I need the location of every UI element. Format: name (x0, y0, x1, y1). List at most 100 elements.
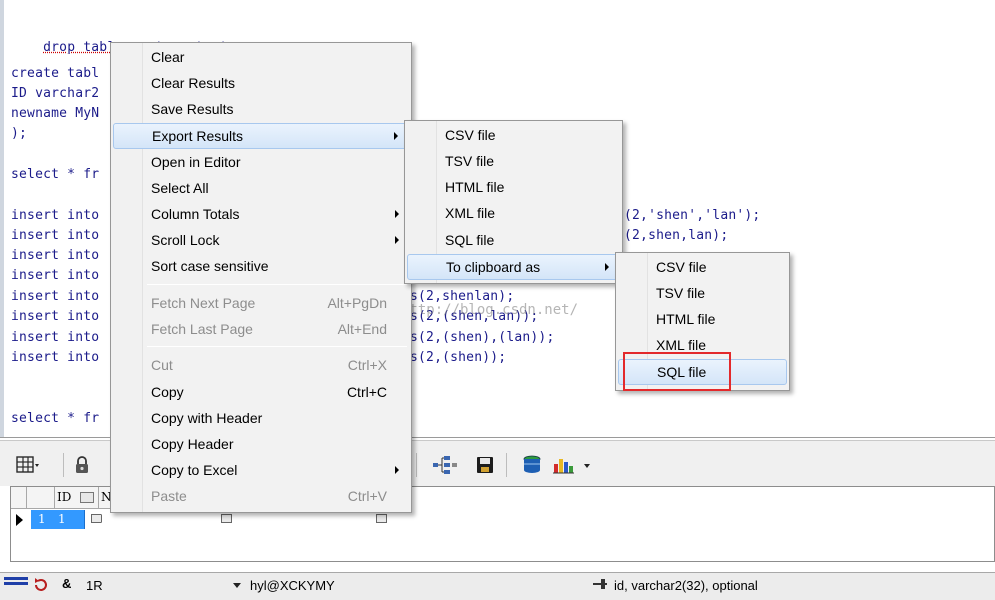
code-line[interactable]: insert into (11, 208, 99, 223)
cell-edit-button-icon[interactable] (376, 514, 387, 523)
grid-layout-icon[interactable] (16, 455, 40, 475)
menu-item-clipboard-html[interactable]: HTML file (618, 307, 787, 331)
column-pin-icon (592, 577, 608, 594)
code-line[interactable]: insert into (11, 330, 99, 345)
menu-separator (147, 346, 407, 347)
menu-item-label: Open in Editor (151, 154, 241, 170)
menu-item-to-clipboard-as[interactable]: To clipboard as (407, 254, 620, 280)
column-header-id[interactable]: ID (55, 487, 99, 509)
connection-name[interactable]: hyl@XCKYMY (250, 578, 335, 593)
menu-item-scroll-lock[interactable]: Scroll Lock (113, 228, 409, 252)
code-line[interactable]: insert into (11, 350, 99, 365)
database-icon[interactable] (520, 455, 544, 475)
code-fragment[interactable]: s(2,(shen)); (410, 350, 506, 365)
menu-item-label: TSV file (445, 153, 495, 169)
menu-item-label: Copy with Header (151, 410, 263, 426)
dropdown-arrow-icon[interactable] (232, 578, 242, 593)
code-fragment[interactable]: s(2,(shen),(lan)); (410, 330, 554, 345)
submenu-arrow-icon (394, 132, 398, 140)
menu-item-shortcut: Alt+PgDn (327, 295, 387, 311)
menu-item-label: Sort case sensitive (151, 258, 269, 274)
cell-id[interactable]: 1 (55, 510, 85, 529)
refresh-icon[interactable] (33, 577, 49, 596)
editor-mode-icon (4, 576, 28, 595)
menu-item-copy[interactable]: Copy Ctrl+C (113, 380, 409, 404)
menu-item-label: Scroll Lock (151, 232, 220, 248)
menu-item-open-in-editor[interactable]: Open in Editor (113, 150, 409, 174)
grid-row-number-header (27, 487, 55, 509)
code-line[interactable]: create tabl (11, 66, 99, 81)
export-results-submenu: CSV file TSV file HTML file XML file SQL… (404, 120, 623, 284)
menu-item-copy-header[interactable]: Copy Header (113, 432, 409, 456)
code-line[interactable]: ); (11, 126, 27, 141)
menu-item-export-csv[interactable]: CSV file (407, 123, 620, 147)
save-icon[interactable] (474, 455, 496, 475)
menu-item-shortcut: Ctrl+C (346, 384, 387, 400)
code-line[interactable]: insert into (11, 248, 99, 263)
menu-item-label: HTML file (445, 179, 505, 195)
menu-item-shortcut: Alt+End (337, 321, 387, 337)
code-line[interactable]: ID varchar2 (11, 86, 99, 101)
watermark: http://blog.csdn.net/ (401, 302, 579, 318)
menu-item-export-results[interactable]: Export Results (113, 123, 409, 149)
toolbar-separator (506, 453, 507, 477)
menu-item-label: SQL file (445, 232, 495, 248)
menu-item-label: Select All (151, 180, 209, 196)
code-fragment[interactable]: (2,shen,lan); (624, 228, 728, 243)
menu-item-label: Clear (151, 49, 185, 65)
menu-item-clear-results[interactable]: Clear Results (113, 71, 409, 95)
code-line[interactable]: insert into (11, 228, 99, 243)
column-info: id, varchar2(32), optional (614, 578, 758, 593)
column-header-label: ID (57, 490, 72, 504)
menu-item-sort-case-sensitive[interactable]: Sort case sensitive (113, 254, 409, 278)
code-line[interactable]: select * fr (11, 167, 99, 182)
menu-item-label: Cut (151, 357, 173, 373)
pin-icon: & (62, 576, 72, 591)
menu-item-label: Copy Header (151, 436, 234, 452)
menu-item-select-all[interactable]: Select All (113, 176, 409, 200)
menu-item-clear[interactable]: Clear (113, 45, 409, 69)
menu-item-label: HTML file (656, 311, 716, 327)
menu-item-copy-to-excel[interactable]: Copy to Excel (113, 458, 409, 482)
menu-item-cut: Cut Ctrl+X (113, 353, 409, 377)
column-menu-icon[interactable] (80, 492, 94, 503)
chart-icon[interactable] (552, 455, 594, 475)
annotation-highlight-box (623, 352, 731, 391)
menu-item-clipboard-tsv[interactable]: TSV file (618, 281, 787, 305)
menu-item-label: Copy to Excel (151, 462, 238, 478)
context-menu: Clear Clear Results Save Results Export … (110, 42, 412, 513)
menu-item-label: To clipboard as (446, 259, 541, 275)
menu-item-export-html[interactable]: HTML file (407, 175, 620, 199)
menu-item-label: Fetch Last Page (151, 321, 253, 337)
grid-corner (11, 487, 27, 509)
code-line[interactable]: insert into (11, 309, 99, 324)
menu-item-copy-with-header[interactable]: Copy with Header (113, 406, 409, 430)
submenu-arrow-icon (395, 236, 399, 244)
cell-edit-button-icon[interactable] (221, 514, 232, 523)
code-line[interactable]: select * fr (11, 411, 99, 426)
menu-item-shortcut: Ctrl+X (347, 357, 387, 373)
lock-icon[interactable] (72, 455, 92, 475)
menu-item-label: XML file (445, 205, 496, 221)
menu-item-label: Clear Results (151, 75, 236, 91)
current-row-pointer-icon (16, 514, 23, 526)
menu-item-clipboard-csv[interactable]: CSV file (618, 255, 787, 279)
toolbar-separator (63, 453, 64, 477)
menu-item-export-tsv[interactable]: TSV file (407, 149, 620, 173)
menu-item-save-results[interactable]: Save Results (113, 97, 409, 121)
menu-item-label: TSV file (656, 285, 706, 301)
status-bar: & 1R hyl@XCKYMY id, varchar2(32), option… (0, 572, 995, 600)
menu-item-column-totals[interactable]: Column Totals (113, 202, 409, 226)
code-fragment[interactable]: (2,'shen','lan'); (624, 208, 760, 223)
menu-item-label: CSV file (656, 259, 707, 275)
menu-item-label: Column Totals (151, 206, 240, 222)
menu-item-export-xml[interactable]: XML file (407, 201, 620, 225)
code-line[interactable]: insert into (11, 268, 99, 283)
menu-separator (147, 284, 407, 285)
code-line[interactable]: newname MyN (11, 106, 99, 121)
code-line[interactable]: insert into (11, 289, 99, 304)
menu-item-label: Copy (151, 384, 184, 400)
menu-item-label: Paste (151, 488, 187, 504)
tree-structure-icon[interactable] (432, 455, 458, 475)
menu-item-export-sql[interactable]: SQL file (407, 228, 620, 252)
